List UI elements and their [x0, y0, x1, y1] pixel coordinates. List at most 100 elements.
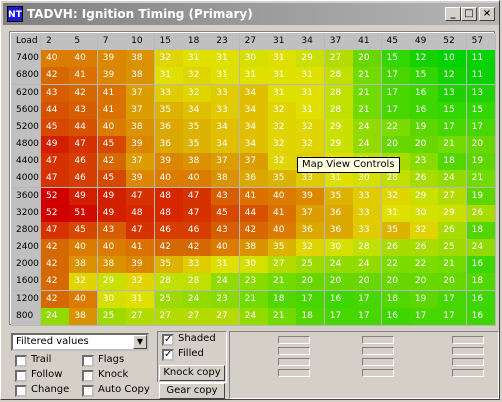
table-cell[interactable]: 34 — [211, 118, 241, 137]
table-cell[interactable]: 17 — [324, 307, 354, 326]
table-cell[interactable]: 35 — [268, 239, 297, 258]
table-cell[interactable]: 30 — [409, 204, 439, 223]
table-cell[interactable]: 27 — [182, 307, 212, 326]
table-cell[interactable]: 45 — [97, 170, 127, 189]
table-cell[interactable]: 35 — [154, 101, 184, 120]
table-cell[interactable]: 47 — [41, 170, 70, 189]
table-cell[interactable]: 42 — [97, 153, 127, 172]
table-cell[interactable]: 20 — [353, 50, 383, 69]
table-cell[interactable]: 42 — [41, 67, 70, 86]
table-cell[interactable]: 43 — [41, 84, 70, 103]
table-cell[interactable]: 30 — [239, 50, 269, 69]
table-cell[interactable]: 37 — [126, 101, 156, 120]
table-cell[interactable]: 39 — [154, 153, 184, 172]
table-cell[interactable]: 32 — [268, 153, 297, 172]
table-cell[interactable]: 13 — [466, 84, 496, 103]
table-cell[interactable]: 44 — [239, 204, 269, 223]
table-cell[interactable]: 16 — [409, 84, 439, 103]
table-cell[interactable]: 34 — [182, 101, 212, 120]
table-cell[interactable]: 32 — [268, 101, 297, 120]
table-cell[interactable]: 33 — [211, 101, 241, 120]
maximize-button[interactable]: □ — [461, 7, 477, 21]
table-cell[interactable]: 39 — [97, 50, 127, 69]
table-cell[interactable]: 27 — [211, 307, 241, 326]
table-cell[interactable]: 31 — [268, 67, 297, 86]
table-cell[interactable]: 24 — [211, 273, 241, 292]
table-cell[interactable]: 34 — [211, 136, 241, 155]
table-cell[interactable]: 30 — [353, 170, 383, 189]
table-cell[interactable]: 39 — [126, 256, 156, 275]
table-cell[interactable]: 30 — [97, 290, 127, 309]
table-cell[interactable]: 38 — [182, 153, 212, 172]
table-cell[interactable]: 43 — [69, 101, 99, 120]
table-cell[interactable]: 23 — [239, 273, 269, 292]
table-cell[interactable]: 47 — [126, 221, 156, 240]
table-cell[interactable]: 28 — [182, 273, 212, 292]
table-cell[interactable]: 15 — [466, 101, 496, 120]
auto-copy-checkbox-box[interactable] — [82, 385, 94, 397]
table-cell[interactable]: 21 — [268, 273, 297, 292]
table-cell[interactable]: 49 — [97, 187, 127, 206]
table-cell[interactable]: 42 — [41, 290, 70, 309]
table-cell[interactable]: 32 — [182, 67, 212, 86]
table-cell[interactable]: 16 — [466, 256, 496, 275]
table-cell[interactable]: 21 — [268, 307, 297, 326]
table-cell[interactable]: 16 — [409, 101, 439, 120]
table-cell[interactable]: 17 — [438, 307, 468, 326]
table-cell[interactable]: 37 — [239, 153, 269, 172]
table-cell[interactable]: 20 — [324, 273, 354, 292]
table-cell[interactable]: 20 — [381, 136, 411, 155]
table-cell[interactable]: 18 — [268, 290, 297, 309]
table-cell[interactable]: 24 — [466, 239, 496, 258]
table-cell[interactable]: 32 — [182, 84, 212, 103]
table-cell[interactable]: 20 — [353, 273, 383, 292]
table-cell[interactable]: 51 — [69, 204, 99, 223]
table-cell[interactable]: 18 — [466, 221, 496, 240]
table-cell[interactable]: 28 — [324, 101, 354, 120]
table-cell[interactable]: 17 — [409, 307, 439, 326]
table-cell[interactable]: 47 — [182, 187, 212, 206]
table-cell[interactable]: 52 — [41, 187, 70, 206]
table-cell[interactable]: 34 — [239, 84, 269, 103]
table-cell[interactable]: 24 — [182, 290, 212, 309]
table-cell[interactable]: 42 — [41, 256, 70, 275]
table-cell[interactable]: 35 — [381, 221, 411, 240]
table-cell[interactable]: 22 — [381, 118, 411, 137]
table-cell[interactable]: 24 — [239, 307, 269, 326]
table-cell[interactable]: 38 — [69, 307, 99, 326]
table-cell[interactable]: 37 — [126, 153, 156, 172]
table-cell[interactable]: 46 — [69, 170, 99, 189]
table-cell[interactable]: 33 — [353, 221, 383, 240]
gear-copy-button[interactable]: Gear copy — [159, 383, 225, 399]
table-cell[interactable]: 19 — [409, 290, 439, 309]
table-cell[interactable]: 22 — [381, 256, 411, 275]
table-cell[interactable]: 35 — [268, 170, 297, 189]
table-cell[interactable]: 21 — [466, 170, 496, 189]
table-cell[interactable]: 20 — [466, 136, 496, 155]
table-cell[interactable]: 27 — [126, 307, 156, 326]
table-cell[interactable]: 24 — [353, 256, 383, 275]
table-cell[interactable]: 41 — [97, 84, 127, 103]
table-cell[interactable]: 20 — [381, 273, 411, 292]
table-cell[interactable]: 41 — [268, 204, 297, 223]
table-cell[interactable]: 34 — [239, 118, 269, 137]
table-cell[interactable]: 38 — [69, 256, 99, 275]
table-cell[interactable]: 15 — [438, 101, 468, 120]
table-cell[interactable]: 40 — [268, 187, 297, 206]
table-cell[interactable]: 31 — [211, 50, 241, 69]
table-cell[interactable]: 39 — [126, 136, 156, 155]
table-cell[interactable]: 42 — [41, 273, 70, 292]
table-cell[interactable]: 31 — [381, 204, 411, 223]
table-cell[interactable]: 17 — [296, 290, 326, 309]
table-cell[interactable]: 11 — [466, 50, 496, 69]
table-cell[interactable]: 20 — [438, 273, 468, 292]
table-cell[interactable]: 31 — [296, 84, 326, 103]
table-cell[interactable]: 23 — [409, 153, 439, 172]
table-cell[interactable]: 33 — [353, 187, 383, 206]
table-cell[interactable]: 29 — [324, 118, 354, 137]
table-cell[interactable]: 13 — [438, 84, 468, 103]
table-cell[interactable]: 47 — [69, 136, 99, 155]
table-cell[interactable]: 49 — [41, 136, 70, 155]
table-cell[interactable]: 40 — [97, 118, 127, 137]
knock-copy-button[interactable]: Knock copy — [159, 365, 225, 381]
